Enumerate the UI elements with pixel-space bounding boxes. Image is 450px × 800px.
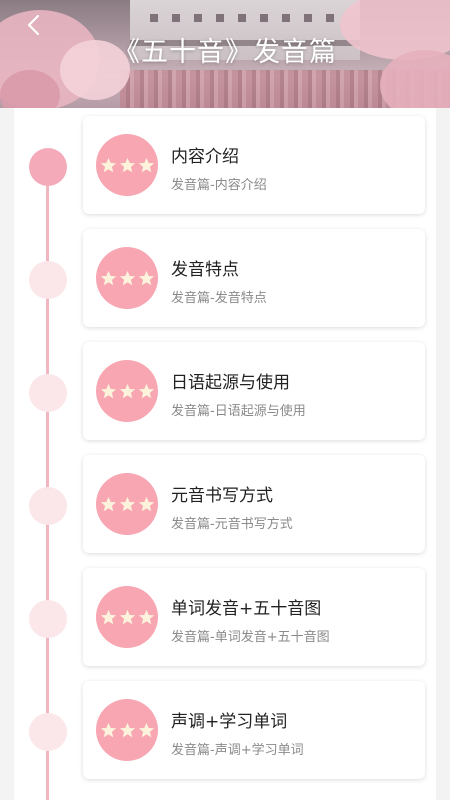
star-rating-badge (96, 360, 158, 422)
star-icon (100, 609, 117, 626)
star-icon (119, 383, 136, 400)
lesson-title: 发音特点 (171, 260, 239, 280)
star-rating-badge (96, 134, 158, 196)
star-icon (138, 496, 155, 513)
star-icon (138, 157, 155, 174)
star-icon (119, 722, 136, 739)
star-icon (100, 496, 117, 513)
star-icon (138, 609, 155, 626)
lesson-title: 内容介绍 (171, 147, 239, 167)
star-rating-badge (96, 699, 158, 761)
lesson-card[interactable]: 单词发音+五十音图发音篇-单词发音+五十音图 (83, 568, 425, 666)
timeline-dot (29, 600, 67, 638)
lesson-card[interactable]: 内容介绍发音篇-内容介绍 (83, 116, 425, 214)
lesson-card[interactable]: 声调+学习单词发音篇-声调+学习单词 (83, 681, 425, 779)
lesson-subtitle: 发音篇-发音特点 (171, 291, 267, 306)
lesson-title: 声调+学习单词 (171, 712, 288, 732)
lesson-subtitle: 发音篇-内容介绍 (171, 178, 267, 193)
page-title: 《五十音》发音篇 (113, 37, 337, 68)
lesson-title: 日语起源与使用 (171, 373, 290, 393)
lesson-card[interactable]: 元音书写方式发音篇-元音书写方式 (83, 455, 425, 553)
timeline-dot (29, 713, 67, 751)
star-icon (100, 270, 117, 287)
lesson-subtitle: 发音篇-元音书写方式 (171, 517, 293, 532)
timeline-dot (29, 487, 67, 525)
header-banner: 《五十音》发音篇 (0, 0, 450, 108)
timeline-dot (29, 261, 67, 299)
star-rating-badge (96, 247, 158, 309)
lesson-title: 元音书写方式 (171, 486, 273, 506)
lesson-card[interactable]: 发音特点发音篇-发音特点 (83, 229, 425, 327)
star-icon (138, 722, 155, 739)
star-icon (138, 270, 155, 287)
star-icon (100, 722, 117, 739)
star-rating-badge (96, 586, 158, 648)
lesson-subtitle: 发音篇-声调+学习单词 (171, 743, 304, 758)
star-icon (119, 496, 136, 513)
star-icon (100, 157, 117, 174)
timeline-dot (29, 148, 67, 186)
lesson-title: 单词发音+五十音图 (171, 599, 322, 619)
timeline-dot (29, 374, 67, 412)
app-screen: 《五十音》发音篇 内容介绍发音篇-内容介绍发音特点发音篇-发音特点日语起源与使用… (0, 0, 450, 800)
star-icon (138, 383, 155, 400)
star-icon (100, 383, 117, 400)
star-icon (119, 157, 136, 174)
lesson-subtitle: 发音篇-单词发音+五十音图 (171, 630, 330, 645)
lesson-card[interactable]: 日语起源与使用发音篇-日语起源与使用 (83, 342, 425, 440)
star-icon (119, 609, 136, 626)
star-rating-badge (96, 473, 158, 535)
lesson-subtitle: 发音篇-日语起源与使用 (171, 404, 306, 419)
star-icon (119, 270, 136, 287)
